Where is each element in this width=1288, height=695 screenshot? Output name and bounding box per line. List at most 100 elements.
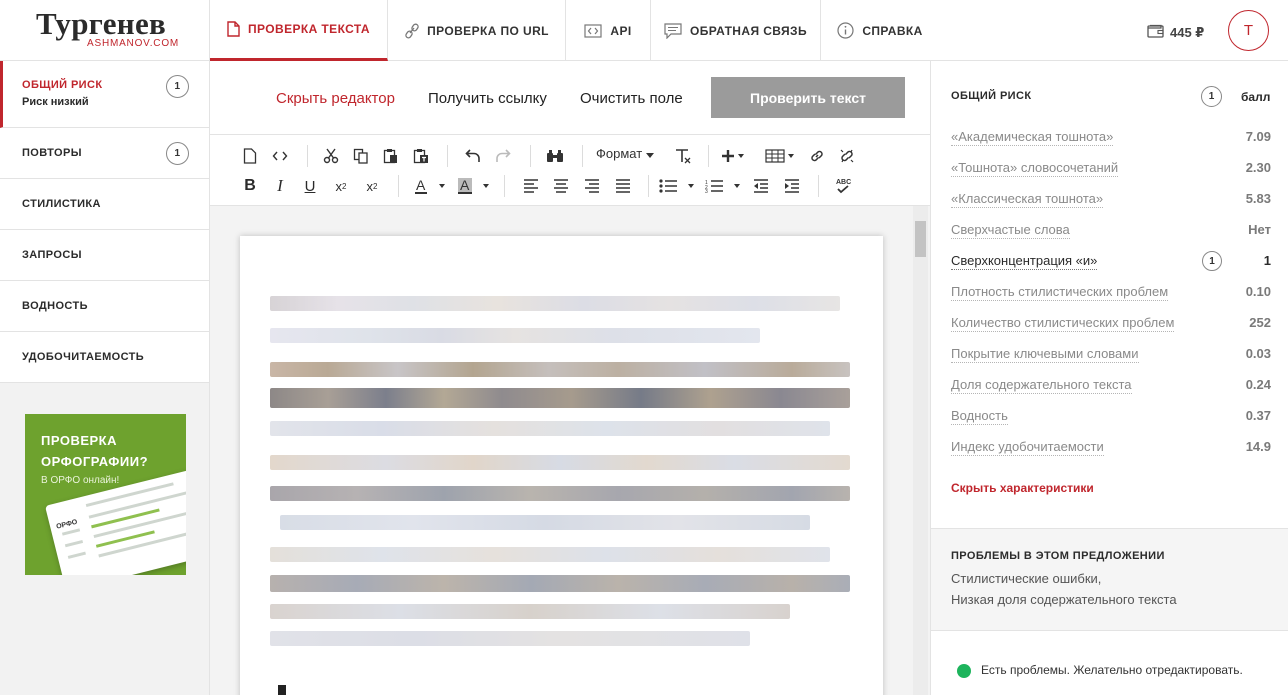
metric-name: Сверхчастые слова bbox=[951, 222, 1070, 239]
metric-classic-nausea[interactable]: «Классическая тошнота» 5.83 bbox=[951, 191, 1271, 211]
align-left-icon[interactable] bbox=[518, 173, 544, 199]
sidebar-item-label: ВОДНОСТЬ bbox=[22, 300, 88, 312]
background-color-icon[interactable]: A bbox=[452, 173, 496, 199]
metric-academic-nausea[interactable]: «Академическая тошнота» 7.09 bbox=[951, 129, 1271, 149]
numbered-list-icon[interactable]: 123 bbox=[704, 173, 744, 199]
superscript-icon[interactable]: x2 bbox=[328, 173, 354, 199]
tab-label: СПРАВКА bbox=[862, 23, 923, 38]
tab-text-check[interactable]: ПРОВЕРКА ТЕКСТА bbox=[210, 0, 388, 61]
outdent-icon[interactable] bbox=[748, 173, 774, 199]
metric-readability-index[interactable]: Индекс удобочитаемости 14.9 bbox=[951, 439, 1271, 459]
problem-text: Низкая доля содержательного текста bbox=[951, 592, 1177, 607]
promo-subtitle: В ОРФО онлайн! bbox=[41, 475, 120, 486]
metric-name: «Академическая тошнота» bbox=[951, 129, 1114, 146]
align-justify-icon[interactable] bbox=[610, 173, 636, 199]
undo-icon[interactable] bbox=[460, 143, 486, 169]
metric-value: Нет bbox=[1248, 222, 1271, 237]
document-page[interactable] bbox=[240, 236, 883, 695]
metric-style-problem-count[interactable]: Количество стилистических проблем 252 bbox=[951, 315, 1271, 335]
copy-icon[interactable] bbox=[348, 143, 374, 169]
sidebar-item-readability[interactable]: УДОБОЧИТАЕМОСТЬ bbox=[0, 332, 209, 383]
balance-amount: 445 ₽ bbox=[1170, 24, 1205, 40]
insert-plus-icon[interactable] bbox=[720, 143, 746, 169]
metric-name: Количество стилистических проблем bbox=[951, 315, 1175, 332]
balance[interactable]: 445 ₽ bbox=[1147, 24, 1204, 41]
italic-icon[interactable]: I bbox=[267, 173, 293, 199]
metric-style-problem-density[interactable]: Плотность стилистических проблем 0.10 bbox=[951, 284, 1271, 304]
logo[interactable]: Тургенев ASHMANOV.COM bbox=[0, 0, 210, 61]
tab-api[interactable]: API bbox=[566, 0, 651, 61]
source-code-icon[interactable] bbox=[267, 143, 293, 169]
editor-content-area[interactable] bbox=[210, 206, 930, 695]
redo-icon[interactable] bbox=[490, 143, 516, 169]
metric-name: Индекс удобочитаемости bbox=[951, 439, 1104, 456]
format-dropdown[interactable]: Формат bbox=[596, 146, 655, 161]
paste-text-icon[interactable] bbox=[408, 143, 434, 169]
find-replace-icon[interactable] bbox=[542, 143, 568, 169]
metric-value: 7.09 bbox=[1245, 129, 1271, 144]
top-header: Тургенев ASHMANOV.COM ПРОВЕРКА ТЕКСТА ПР… bbox=[0, 0, 1288, 61]
metric-wateriness[interactable]: Водность 0.37 bbox=[951, 408, 1271, 428]
metric-value: 252 bbox=[1249, 315, 1271, 330]
metric-name: Доля содержательного текста bbox=[951, 377, 1132, 394]
align-center-icon[interactable] bbox=[548, 173, 574, 199]
chat-icon bbox=[664, 22, 682, 39]
editor-scrollbar-thumb[interactable] bbox=[915, 221, 926, 257]
logo-title: Тургенев bbox=[36, 6, 167, 41]
table-icon[interactable] bbox=[764, 143, 796, 169]
sidebar-item-overall-risk[interactable]: ОБЩИЙ РИСК Риск низкий 1 bbox=[0, 61, 209, 128]
metric-overfrequent-words[interactable]: Сверхчастые слова Нет bbox=[951, 222, 1271, 242]
indent-icon[interactable] bbox=[779, 173, 805, 199]
align-right-icon[interactable] bbox=[579, 173, 605, 199]
sidebar-item-stylistics[interactable]: СТИЛИСТИКА bbox=[0, 179, 209, 230]
subscript-icon[interactable]: x2 bbox=[359, 173, 385, 199]
paste-icon[interactable] bbox=[378, 143, 404, 169]
sidebar-item-label: ОБЩИЙ РИСК bbox=[22, 79, 103, 91]
clear-field-button[interactable]: Очистить поле bbox=[580, 90, 683, 107]
metric-content-share[interactable]: Доля содержательного текста 0.24 bbox=[951, 377, 1271, 397]
editor-scrollbar[interactable] bbox=[913, 206, 928, 695]
tab-feedback[interactable]: ОБРАТНАЯ СВЯЗЬ bbox=[651, 0, 821, 61]
obscured-text-line bbox=[270, 421, 830, 436]
tab-url-check[interactable]: ПРОВЕРКА ПО URL bbox=[389, 0, 566, 61]
check-text-button[interactable]: Проверить текст bbox=[711, 77, 905, 118]
spellcheck-icon[interactable]: ABC bbox=[830, 173, 856, 199]
metrics-card: ОБЩИЙ РИСК 1 балл «Академическая тошнота… bbox=[931, 61, 1288, 529]
sidebar-item-wateriness[interactable]: ВОДНОСТЬ bbox=[0, 281, 209, 332]
sidebar-item-label: СТИЛИСТИКА bbox=[22, 198, 101, 210]
new-document-icon[interactable] bbox=[237, 143, 263, 169]
count-badge: 1 bbox=[166, 75, 189, 98]
sidebar-item-label: УДОБОЧИТАЕМОСТЬ bbox=[22, 351, 145, 363]
underline-icon[interactable]: U bbox=[297, 173, 323, 199]
link-icon[interactable] bbox=[804, 143, 830, 169]
editor-toolbar: Формат B I U x2 x2 A A 1 2 3 ABC bbox=[210, 134, 930, 206]
avatar[interactable]: Т bbox=[1228, 10, 1269, 51]
clear-formatting-icon[interactable] bbox=[670, 143, 696, 169]
hide-editor-link[interactable]: Скрыть редактор bbox=[276, 90, 395, 107]
metric-i-concentration[interactable]: Сверхконцентрация «и» 1 1 bbox=[951, 251, 1271, 273]
tab-help[interactable]: СПРАВКА bbox=[821, 0, 939, 61]
sidebar: ОБЩИЙ РИСК Риск низкий 1 ПОВТОРЫ 1 СТИЛИ… bbox=[0, 61, 210, 695]
metric-name: «Классическая тошнота» bbox=[951, 191, 1104, 208]
metric-keyword-coverage[interactable]: Покрытие ключевыми словами 0.03 bbox=[951, 346, 1271, 366]
sidebar-item-queries[interactable]: ЗАПРОСЫ bbox=[0, 230, 209, 281]
orfo-promo-banner[interactable]: ПРОВЕРКА ОРФОГРАФИИ? В ОРФО онлайн! ОРФО bbox=[25, 414, 186, 575]
obscured-text-line bbox=[270, 547, 830, 562]
count-badge: 1 bbox=[1202, 251, 1222, 271]
bold-icon[interactable]: B bbox=[237, 173, 263, 199]
metric-name: Сверхконцентрация «и» bbox=[951, 253, 1098, 270]
metric-name: Плотность стилистических проблем bbox=[951, 284, 1169, 301]
results-panel: ОБЩИЙ РИСК 1 балл «Академическая тошнота… bbox=[931, 61, 1288, 695]
metric-value: 5.83 bbox=[1245, 191, 1271, 206]
get-link-button[interactable]: Получить ссылку bbox=[428, 90, 547, 107]
obscured-text-line bbox=[270, 486, 850, 501]
unlink-icon[interactable] bbox=[834, 143, 860, 169]
sidebar-item-repeats[interactable]: ПОВТОРЫ 1 bbox=[0, 128, 209, 179]
hide-characteristics-link[interactable]: Скрыть характеристики bbox=[951, 481, 1094, 495]
cut-icon[interactable] bbox=[318, 143, 344, 169]
metric-value: 0.37 bbox=[1245, 408, 1271, 423]
bullet-list-icon[interactable] bbox=[658, 173, 698, 199]
text-color-icon[interactable]: A bbox=[408, 173, 452, 199]
metric-phrase-nausea[interactable]: «Тошнота» словосочетаний 2.30 bbox=[951, 160, 1271, 180]
obscured-text-line bbox=[270, 575, 850, 592]
